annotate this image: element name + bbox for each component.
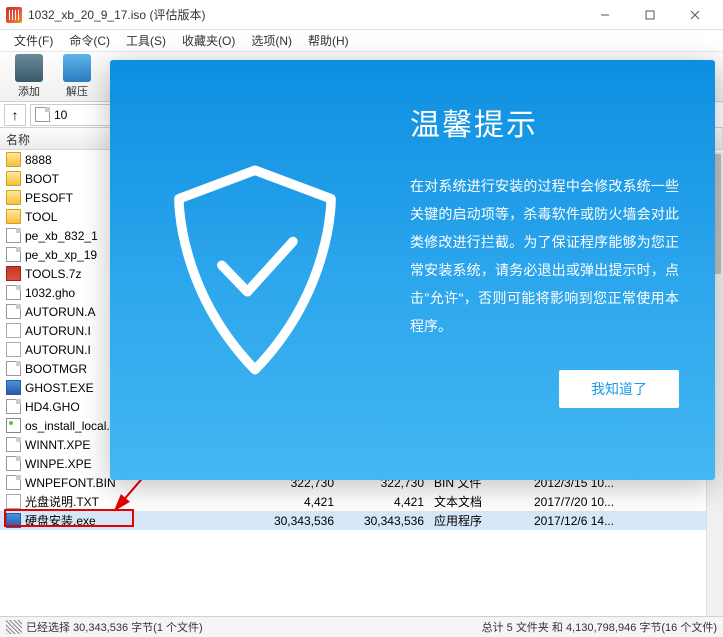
- dialog-content: 温馨提示 在对系统进行安装的过程中会修改系统一些关键的启动项等，杀毒软件或防火墙…: [400, 60, 715, 480]
- file-icon: [6, 209, 21, 224]
- file-packed-size: 30,343,536: [340, 514, 430, 528]
- file-icon: [6, 247, 21, 262]
- file-name: BOOT: [25, 172, 59, 186]
- file-icon: [6, 304, 21, 319]
- maximize-button[interactable]: [627, 0, 672, 30]
- statusbar: 已经选择 30,343,536 字节(1 个文件) 总计 5 文件夹 和 4,1…: [0, 616, 723, 637]
- file-packed-size: 4,421: [340, 495, 430, 509]
- file-icon: [6, 323, 21, 338]
- menu-item[interactable]: 收藏夹(O): [174, 30, 243, 51]
- ok-button[interactable]: 我知道了: [559, 370, 679, 408]
- file-name: AUTORUN.I: [25, 324, 91, 338]
- toolbar-button[interactable]: 解压: [54, 54, 100, 99]
- file-icon: [6, 361, 21, 376]
- file-name: os_install_local.ini: [25, 419, 122, 433]
- file-icon: [6, 437, 21, 452]
- menu-item[interactable]: 选项(N): [243, 30, 300, 51]
- path-text: 10: [54, 108, 67, 122]
- file-modified: 2017/7/20 10...: [530, 495, 723, 509]
- close-button[interactable]: [672, 0, 717, 30]
- status-total: 总计 5 文件夹 和 4,130,798,946 字节(16 个文件): [482, 619, 717, 635]
- up-button[interactable]: ↑: [4, 104, 26, 126]
- table-row[interactable]: 硬盘安装.exe30,343,53630,343,536应用程序2017/12/…: [0, 511, 723, 530]
- file-name: PESOFT: [25, 191, 73, 205]
- status-selected: 已经选择 30,343,536 字节(1 个文件): [26, 619, 203, 635]
- file-type: 应用程序: [430, 512, 530, 529]
- file-size: 30,343,536: [250, 514, 340, 528]
- file-icon: [6, 285, 21, 300]
- toolbar-icon: [63, 54, 91, 82]
- tip-dialog: 温馨提示 在对系统进行安装的过程中会修改系统一些关键的启动项等，杀毒软件或防火墙…: [110, 60, 715, 480]
- file-type: 文本文档: [430, 493, 530, 510]
- file-icon: [6, 190, 21, 205]
- toolbar-label: 解压: [66, 83, 88, 99]
- file-name: 1032.gho: [25, 286, 75, 300]
- titlebar: 1032_xb_20_9_17.iso (评估版本): [0, 0, 723, 30]
- grip-icon: [6, 620, 22, 634]
- file-name: WINPE.XPE: [25, 457, 92, 471]
- shield-icon: [160, 160, 350, 380]
- file-icon: [6, 380, 21, 395]
- file-size: 4,421: [250, 495, 340, 509]
- file-name: TOOL: [25, 210, 57, 224]
- dialog-body: 在对系统进行安装的过程中会修改系统一些关键的启动项等，杀毒软件或防火墙会对此类修…: [410, 172, 679, 340]
- menu-item[interactable]: 帮助(H): [300, 30, 357, 51]
- file-icon: [6, 513, 21, 528]
- menubar: 文件(F)命令(C)工具(S)收藏夹(O)选项(N)帮助(H): [0, 30, 723, 52]
- file-icon: [6, 228, 21, 243]
- file-name: AUTORUN.A: [25, 305, 95, 319]
- dialog-title: 温馨提示: [410, 100, 679, 144]
- menu-item[interactable]: 文件(F): [6, 30, 61, 51]
- menu-item[interactable]: 命令(C): [61, 30, 118, 51]
- file-name: WNPEFONT.BIN: [25, 476, 116, 490]
- file-icon: [6, 399, 21, 414]
- file-name: 光盘说明.TXT: [25, 493, 99, 510]
- file-name: GHOST.EXE: [25, 381, 94, 395]
- file-name: WINNT.XPE: [25, 438, 90, 452]
- file-icon: [6, 171, 21, 186]
- file-name: 硬盘安装.exe: [25, 512, 96, 529]
- window-title: 1032_xb_20_9_17.iso (评估版本): [28, 6, 582, 23]
- app-icon: [6, 7, 22, 23]
- file-icon: [6, 342, 21, 357]
- file-modified: 2017/12/6 14...: [530, 514, 723, 528]
- dialog-icon-area: [110, 60, 400, 480]
- table-row[interactable]: 光盘说明.TXT4,4214,421文本文档2017/7/20 10...: [0, 492, 723, 511]
- toolbar-icon: [15, 54, 43, 82]
- file-icon: [6, 152, 21, 167]
- file-name: TOOLS.7z: [25, 267, 81, 281]
- minimize-button[interactable]: [582, 0, 627, 30]
- window-controls: [582, 0, 717, 30]
- file-icon: [6, 418, 21, 433]
- file-icon: [6, 494, 21, 509]
- file-name: AUTORUN.I: [25, 343, 91, 357]
- file-name: 8888: [25, 153, 52, 167]
- file-name: HD4.GHO: [25, 400, 80, 414]
- disc-icon: [35, 107, 50, 122]
- file-icon: [6, 266, 21, 281]
- toolbar-button[interactable]: 添加: [6, 54, 52, 99]
- file-icon: [6, 456, 21, 471]
- file-name: pe_xb_832_1: [25, 229, 98, 243]
- menu-item[interactable]: 工具(S): [118, 30, 174, 51]
- file-name: BOOTMGR: [25, 362, 87, 376]
- file-icon: [6, 475, 21, 490]
- file-name: pe_xb_xp_19: [25, 248, 97, 262]
- toolbar-label: 添加: [18, 83, 40, 99]
